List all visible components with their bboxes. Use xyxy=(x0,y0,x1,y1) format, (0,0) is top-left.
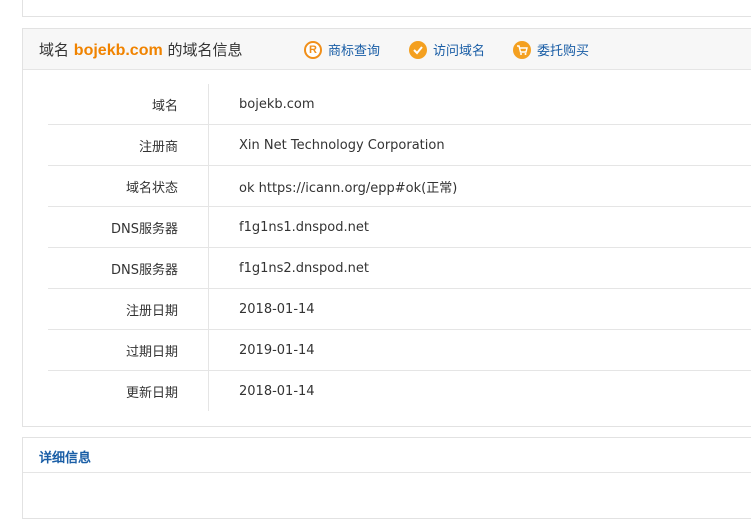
row-label: 域名 xyxy=(48,84,209,125)
row-value: ok https://icann.org/epp#ok(正常) xyxy=(209,166,751,207)
trademark-r-icon: R xyxy=(304,41,322,59)
visit-domain-link[interactable]: 访问域名 xyxy=(409,40,485,59)
trademark-search-link[interactable]: R 商标查询 xyxy=(304,40,380,59)
table-row: DNS服务器 f1g1ns1.dnspod.net xyxy=(48,207,751,248)
trademark-search-label: 商标查询 xyxy=(328,40,380,59)
row-label: 注册日期 xyxy=(48,289,209,330)
row-value: Xin Net Technology Corporation xyxy=(209,125,751,166)
detail-title: 详细信息 xyxy=(39,447,91,466)
table-row: 注册商 Xin Net Technology Corporation xyxy=(48,125,751,166)
table-row: DNS服务器 f1g1ns2.dnspod.net xyxy=(48,248,751,289)
domain-info-panel: 域名 bojekb.com 的域名信息 R 商标查询 访问域名 委托购买 域名 … xyxy=(22,28,751,427)
entrust-purchase-link[interactable]: 委托购买 xyxy=(513,40,589,59)
page-title: 域名 bojekb.com 的域名信息 xyxy=(39,39,243,60)
title-domain: bojekb.com xyxy=(74,42,163,59)
title-suffix: 的域名信息 xyxy=(167,41,242,59)
row-label: 域名状态 xyxy=(48,166,209,207)
row-label: DNS服务器 xyxy=(48,248,209,289)
visit-icon xyxy=(409,41,427,59)
row-label: 过期日期 xyxy=(48,330,209,371)
shopping-cart-icon xyxy=(513,41,531,59)
panel-header: 域名 bojekb.com 的域名信息 R 商标查询 访问域名 委托购买 xyxy=(23,29,751,70)
table-row: 过期日期 2019-01-14 xyxy=(48,330,751,371)
entrust-purchase-label: 委托购买 xyxy=(537,40,589,59)
row-label: 更新日期 xyxy=(48,371,209,412)
row-value: bojekb.com xyxy=(209,84,751,125)
row-label: DNS服务器 xyxy=(48,207,209,248)
row-value: 2018-01-14 xyxy=(209,289,751,330)
table-row: 域名状态 ok https://icann.org/epp#ok(正常) xyxy=(48,166,751,207)
table-row: 域名 bojekb.com xyxy=(48,84,751,125)
detail-info-panel: 详细信息 xyxy=(22,437,751,519)
row-label: 注册商 xyxy=(48,125,209,166)
row-value: 2018-01-14 xyxy=(209,371,751,412)
detail-header: 详细信息 xyxy=(23,438,751,473)
row-value: 2019-01-14 xyxy=(209,330,751,371)
table-row: 更新日期 2018-01-14 xyxy=(48,371,751,412)
visit-domain-label: 访问域名 xyxy=(433,40,485,59)
top-panel-fragment xyxy=(22,0,751,17)
domain-info-table: 域名 bojekb.com 注册商 Xin Net Technology Cor… xyxy=(48,84,751,411)
row-value: f1g1ns2.dnspod.net xyxy=(209,248,751,289)
row-value: f1g1ns1.dnspod.net xyxy=(209,207,751,248)
table-row: 注册日期 2018-01-14 xyxy=(48,289,751,330)
title-prefix: 域名 xyxy=(39,41,69,59)
